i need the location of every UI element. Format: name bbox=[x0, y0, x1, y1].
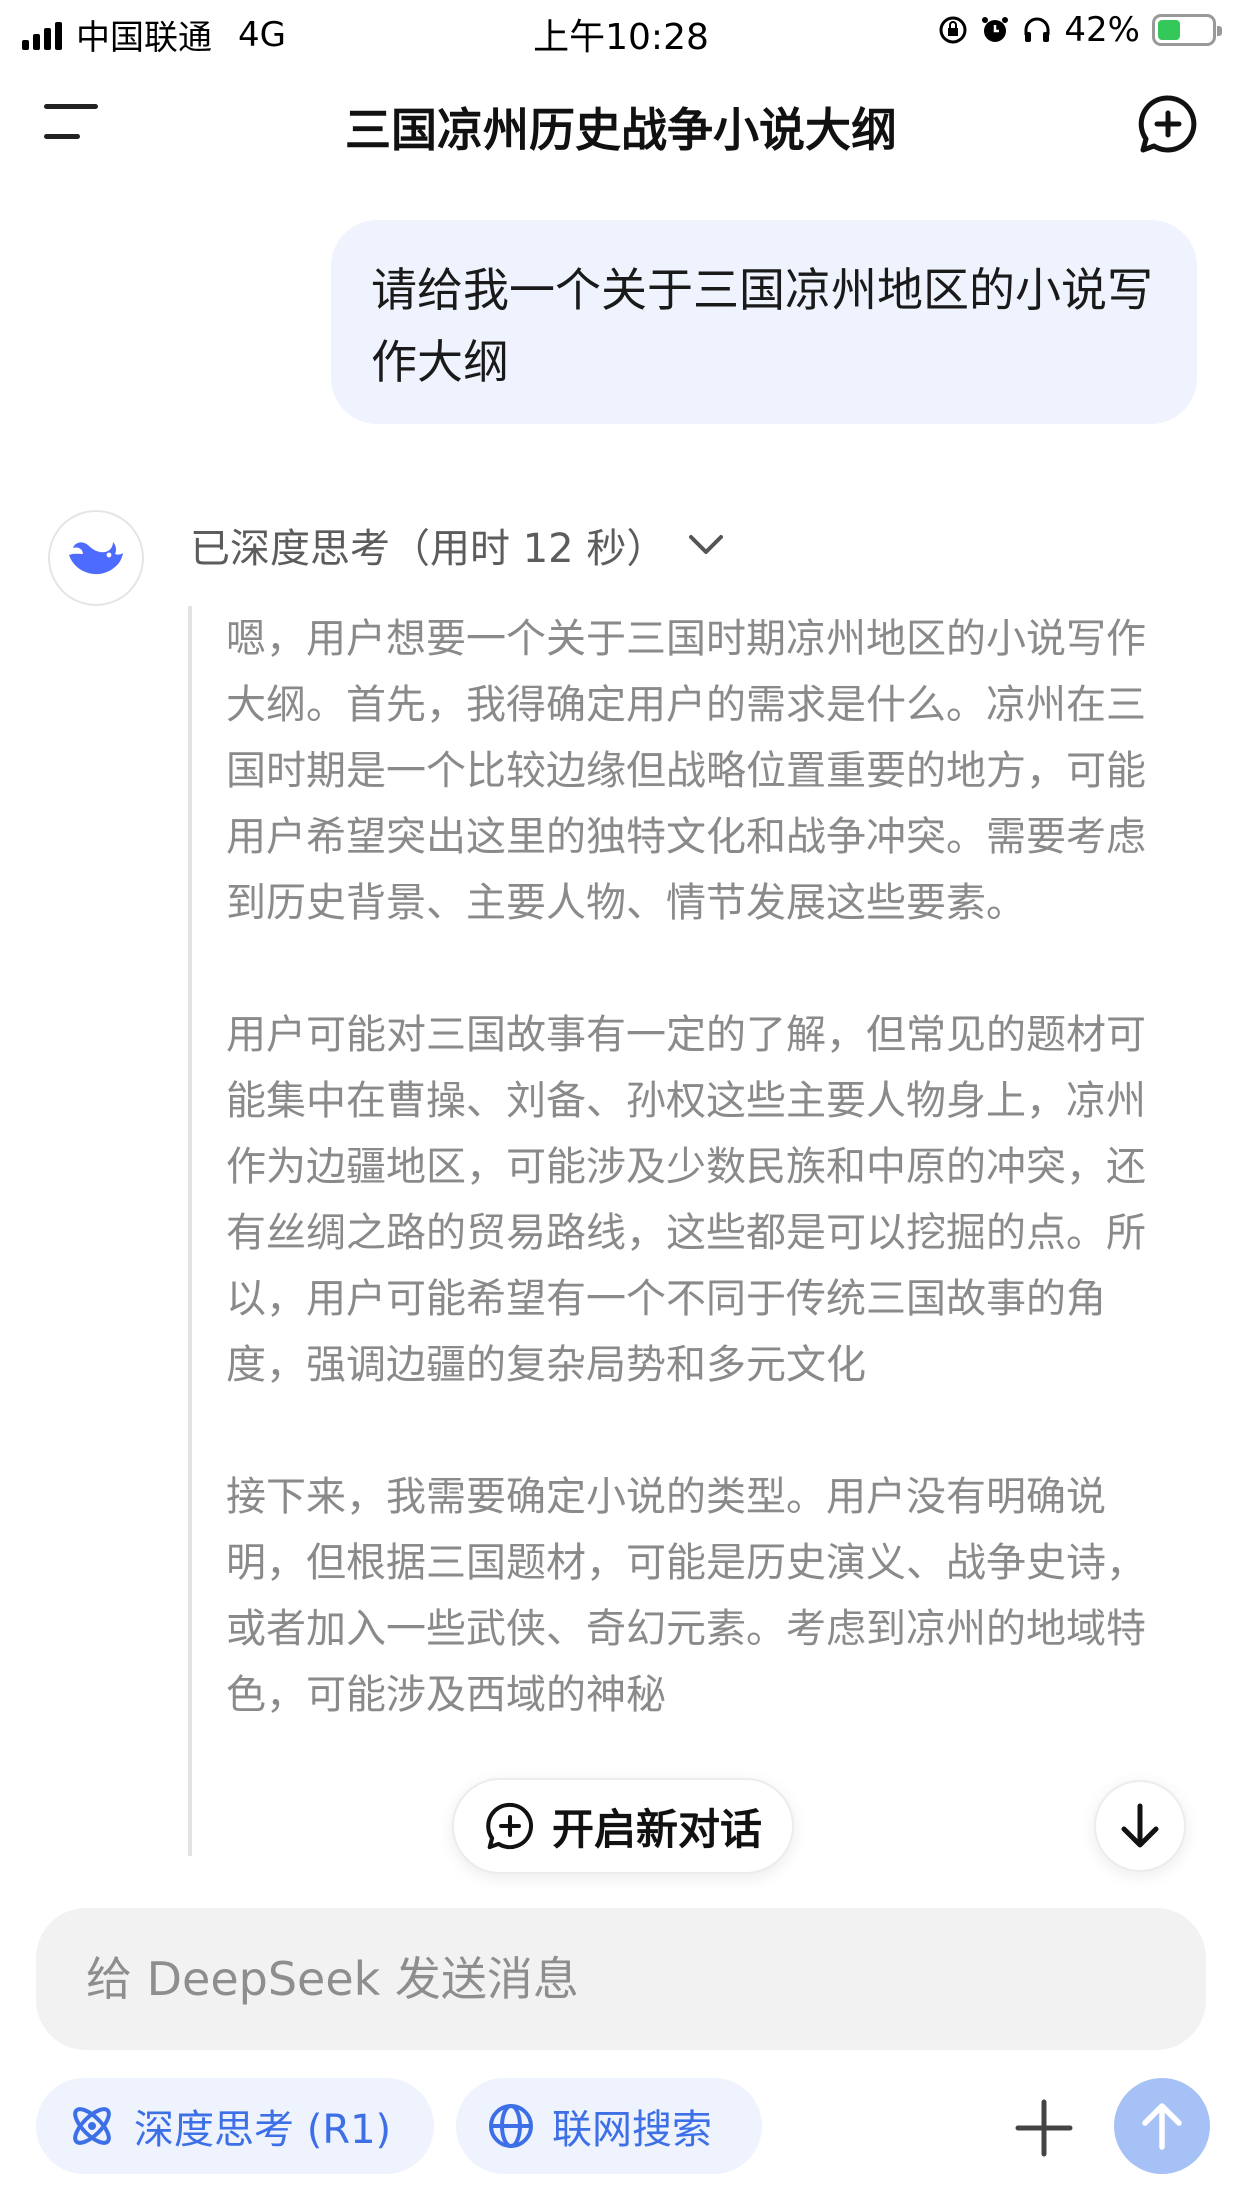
battery-percent: 42% bbox=[1064, 10, 1140, 50]
chevron-down-icon bbox=[689, 535, 724, 554]
message-input[interactable] bbox=[86, 1952, 1156, 2006]
scroll-to-bottom-button[interactable] bbox=[1094, 1780, 1186, 1872]
arrow-up-icon bbox=[1142, 2103, 1182, 2150]
nav-bar: 三国凉州历史战争小说大纲 bbox=[0, 68, 1242, 178]
thinking-paragraph: 嗯，用户想要一个关于三国时期凉州地区的小说写作大纲。首先，我得确定用户的需求是什… bbox=[226, 616, 1146, 926]
rotation-lock-icon bbox=[939, 16, 967, 44]
arrow-down-icon bbox=[1121, 1803, 1159, 1848]
thinking-label: 已深度思考（用时 12 秒） bbox=[190, 526, 667, 572]
attach-button[interactable] bbox=[1012, 2096, 1076, 2160]
alarm-icon bbox=[982, 17, 1009, 42]
chat-plus-icon bbox=[486, 1802, 534, 1850]
web-search-label: 联网搜索 bbox=[552, 2107, 712, 2153]
page-title: 三国凉州历史战争小说大纲 bbox=[345, 103, 897, 157]
deepseek-whale-icon bbox=[69, 542, 123, 575]
thinking-paragraph: 接下来，我需要确定小说的类型。用户没有明确说明，但根据三国题材，可能是历史演义、… bbox=[226, 1474, 1146, 1718]
globe-icon bbox=[489, 2104, 533, 2148]
status-bar: 中国联通 4G 上午10:28 42% bbox=[0, 0, 1242, 64]
thinking-content: 嗯，用户想要一个关于三国时期凉州地区的小说写作大纲。首先，我得确定用户的需求是什… bbox=[188, 606, 1188, 1856]
thinking-paragraph: 用户可能对三国故事有一定的了解，但常见的题材可能集中在曹操、刘备、孙权这些主要人… bbox=[226, 1012, 1146, 1388]
chat-plus-icon bbox=[1138, 95, 1197, 153]
new-conversation-button[interactable]: 开启新对话 bbox=[452, 1778, 794, 1874]
deep-think-label: 深度思考 (R1) bbox=[134, 2107, 392, 2153]
new-chat-button[interactable] bbox=[1136, 92, 1200, 156]
message-input-container bbox=[36, 1908, 1206, 2050]
headphones-icon bbox=[1024, 17, 1050, 42]
atom-icon bbox=[73, 2107, 111, 2145]
deep-think-toggle[interactable]: 深度思考 (R1) bbox=[36, 2078, 434, 2174]
plus-icon bbox=[1015, 2099, 1073, 2157]
assistant-avatar bbox=[48, 510, 144, 606]
battery-icon bbox=[1152, 14, 1222, 46]
web-search-toggle[interactable]: 联网搜索 bbox=[456, 2078, 762, 2174]
new-conversation-label: 开启新对话 bbox=[551, 1804, 762, 1854]
send-button[interactable] bbox=[1114, 2078, 1210, 2174]
thinking-toggle[interactable]: 已深度思考（用时 12 秒） bbox=[190, 516, 724, 574]
user-message-bubble: 请给我一个关于三国凉州地区的小说写作大纲 bbox=[331, 220, 1197, 424]
status-right: 42% bbox=[938, 10, 1222, 50]
